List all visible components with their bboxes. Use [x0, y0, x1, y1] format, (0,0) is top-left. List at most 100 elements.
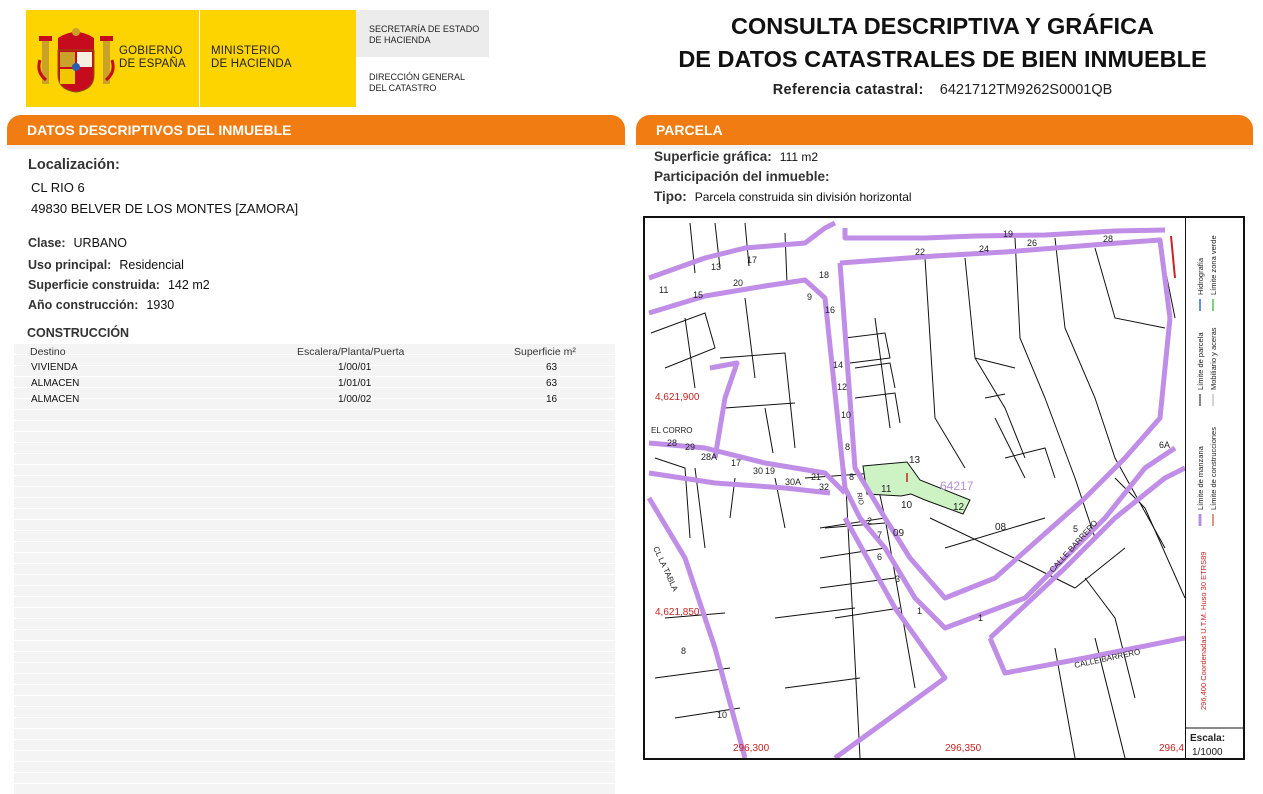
map-number: 18 [819, 270, 829, 280]
escala-label: Escala: [1190, 733, 1225, 744]
map-number: 28A [701, 452, 717, 462]
cell-destino: ALMACEN [31, 378, 80, 389]
cadastral-map[interactable]: 4,621,900 4,621,850 296,300 296,350 296,… [643, 216, 1245, 760]
tipo-row: Tipo: Parcela construida sin división hor… [654, 189, 912, 204]
page-title: CONSULTA DESCRIPTIVA Y GRÁFICA DE DATOS … [640, 10, 1245, 76]
gobierno-line-1: GOBIERNO [119, 45, 183, 57]
map-number: 15 [693, 290, 703, 300]
superficie-label: Superficie construida: [28, 278, 160, 292]
uso-label: Uso principal: [28, 258, 112, 272]
legend-svg: Límite de manzana Límite de parcela Hidr… [1186, 235, 1244, 758]
map-number: 12 [837, 382, 847, 392]
map-number: 20 [733, 278, 743, 288]
map-number: 30A [785, 477, 801, 487]
map-number: 21 [811, 472, 821, 482]
ministerio-line-2: DE HACIENDA [211, 58, 292, 70]
map-number: 11 [659, 285, 668, 295]
clase-value: URBANO [73, 236, 128, 250]
cell-escalera: 1/00/02 [338, 394, 372, 405]
table-header-escalera: Escalera/Planta/Puerta [297, 346, 405, 358]
construccion-title: CONSTRUCCIÓN [27, 326, 130, 340]
map-number: 13 [711, 262, 721, 272]
map-number: 09 [893, 528, 905, 539]
superficie-row: Superficie construida: 142 m2 [28, 278, 210, 292]
map-number: 8 [845, 442, 850, 452]
uso-row: Uso principal: Residencial [28, 258, 184, 272]
ministerio-line-1: MINISTERIO [211, 45, 281, 57]
anio-row: Año construcción: 1930 [28, 298, 174, 312]
participacion-row: Participación del inmueble: [654, 169, 838, 184]
referencia-catastral: Referencia catastral: 6421712TM9262S0001… [640, 82, 1245, 98]
table-header-destino: Destino [30, 346, 66, 358]
map-svg: 4,621,900 4,621,850 296,300 296,350 296,… [646, 220, 1185, 758]
legend-coords-note: 296,400 Coordenadas U.T.M. Huso 30 ETRS8… [1199, 552, 1208, 710]
referencia-value: 6421712TM9262S0001QB [939, 82, 1113, 98]
street-label: CL LA TABLA [651, 545, 680, 593]
map-number: 1 [978, 613, 983, 623]
datos-descriptivos-header: DATOS DESCRIPTIVOS DEL INMUEBLE [7, 115, 625, 149]
map-number: 17 [747, 255, 757, 265]
map-number: 28 [667, 438, 677, 448]
cell-superficie: 63 [546, 378, 558, 389]
map-number: 29 [685, 442, 695, 452]
clase-label: Clase: [28, 236, 66, 250]
secretaria-line-2: DE HACIENDA [369, 35, 431, 45]
legend-item: Límite zona verde [1209, 235, 1218, 295]
anio-label: Año construcción: [28, 298, 139, 312]
map-number: 08 [995, 522, 1007, 533]
street-label: RIO [855, 492, 864, 506]
superficie-value: 142 m2 [167, 278, 210, 292]
clase-row: Clase: URBANO [28, 236, 127, 250]
map-number: 22 [915, 247, 925, 257]
parcel-ref-label: 64217 [940, 479, 974, 493]
address-line-2: 49830 BELVER DE LOS MONTES [ZAMORA] [31, 201, 299, 216]
coord-x-1: 296,300 [733, 743, 770, 754]
map-number: 7 [877, 530, 882, 540]
street-label: EL CORRO [651, 426, 693, 435]
uso-value: Residencial [119, 258, 184, 272]
cell-destino: VIVIENDA [31, 362, 78, 373]
direccion-line-2: DEL CATASTRO [369, 83, 437, 93]
legend-item: Mobiliario y aceras [1209, 327, 1218, 390]
map-number: 6A [1159, 440, 1170, 450]
map-number: 10 [841, 410, 851, 420]
localizacion-label: Localización: [28, 157, 120, 173]
map-number: 19 [1003, 229, 1013, 239]
tipo-label: Tipo: [654, 189, 687, 204]
coat-of-arms-icon [37, 28, 115, 93]
superficie-grafica-label: Superficie gráfica: [654, 149, 772, 164]
address-line-1: CL RIO 6 [31, 180, 85, 195]
map-number: 19 [765, 466, 775, 476]
gobierno-line-2: DE ESPAÑA [119, 58, 186, 70]
map-number: 8 [681, 646, 686, 656]
map-number: 8 [849, 472, 854, 482]
map-number: 24 [979, 244, 989, 254]
map-number: 13 [909, 455, 921, 466]
map-number: 16 [825, 305, 835, 315]
superficie-grafica-value: 111 m2 [779, 150, 819, 164]
legend-item: Límite de manzana [1196, 445, 1205, 510]
secretaria-text: SECRETARÍA DE ESTADO DE HACIENDA [369, 24, 479, 46]
coord-y-1: 4,621,900 [655, 392, 700, 403]
direccion-text: DIRECCIÓN GENERAL DEL CATASTRO [369, 72, 465, 94]
map-number: 30 [753, 466, 763, 476]
map-number: 10 [717, 710, 727, 720]
map-number: 26 [1027, 238, 1037, 248]
parcela-header: PARCELA [636, 115, 1253, 149]
legend-item: Límite de parcela [1196, 332, 1205, 390]
gobierno-text: GOBIERNO DE ESPAÑA [119, 45, 186, 71]
map-number: 2 [867, 516, 872, 526]
map-number: 12 [953, 502, 965, 513]
table-header-superficie: Superficie m² [514, 346, 576, 358]
map-number: 10 [901, 500, 913, 511]
superficie-grafica-row: Superficie gráfica: 111 m2 [654, 149, 818, 164]
map-number: 9 [807, 292, 812, 302]
cell-escalera: 1/00/01 [338, 362, 372, 373]
legend-item: Límite de construcciones [1209, 427, 1218, 510]
cell-superficie: 16 [546, 394, 558, 405]
escala-value: 1/1000 [1192, 747, 1223, 758]
anio-value: 1930 [146, 298, 175, 312]
cell-escalera: 1/01/01 [338, 378, 372, 389]
participacion-label: Participación del inmueble: [654, 169, 830, 184]
legend-item: Hidrografía [1196, 257, 1205, 295]
